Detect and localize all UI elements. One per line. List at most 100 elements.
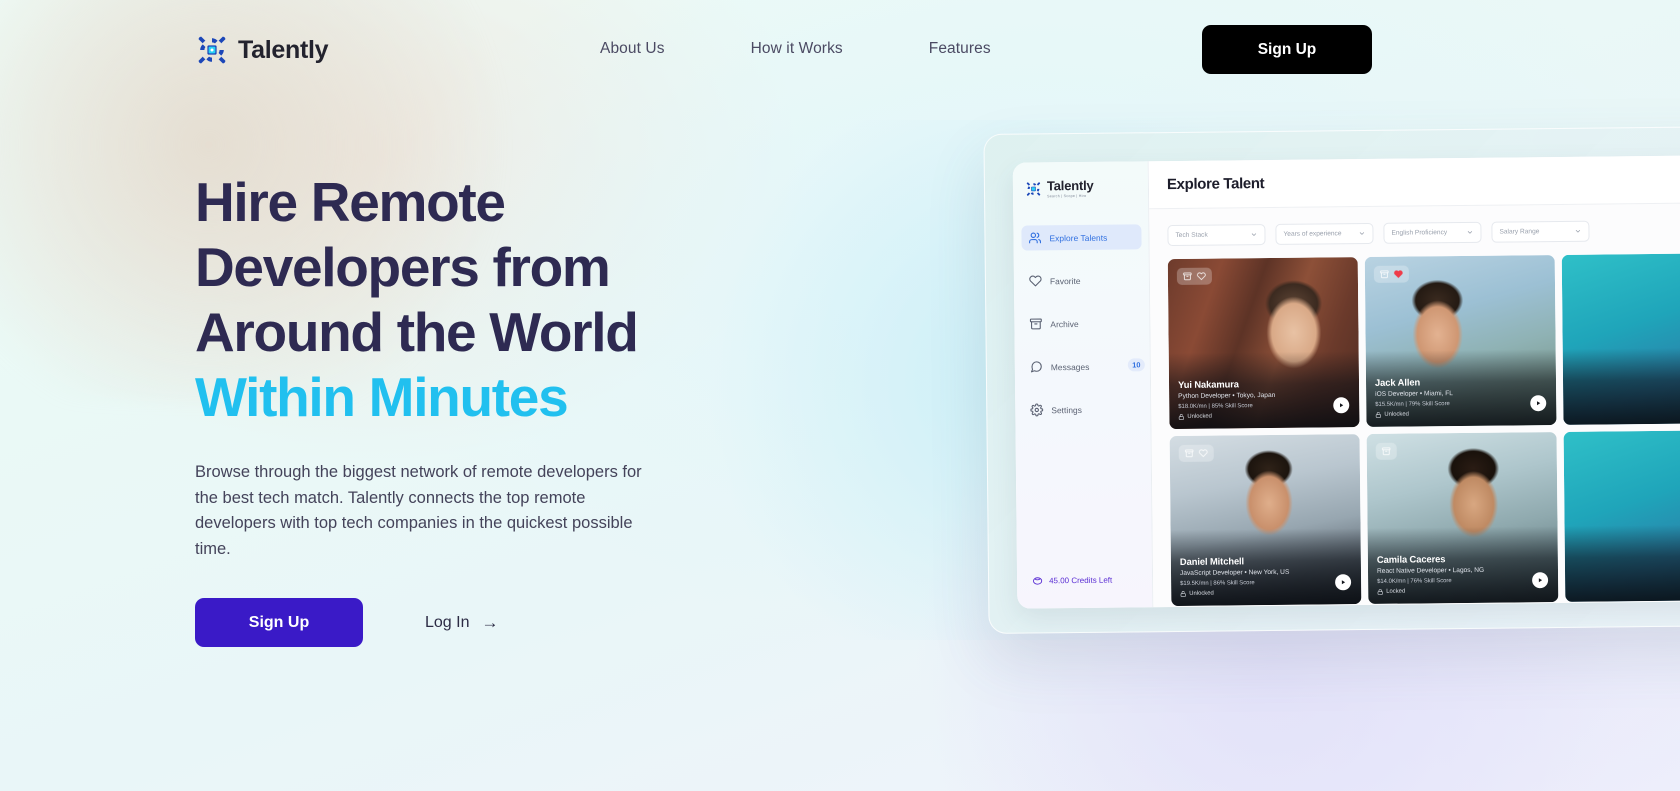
dashboard-preview: Talently Search | Scope | Hire Explore T… [983,126,1680,634]
hero-signup-button[interactable]: Sign Up [195,598,363,647]
talent-card[interactable] [1561,252,1680,425]
filter-english-proficiency[interactable]: English Proficiency [1383,221,1482,244]
coin-icon [1033,577,1043,585]
card-actions [1178,444,1214,462]
headline-line-3: Around the World [195,301,639,363]
photo-gradient-overlay [1562,346,1680,425]
site-header: Talently About Us How it Works Features … [0,0,1680,100]
filter-bar: Tech Stack Years of experience English P… [1149,203,1680,247]
people-icon [1029,232,1042,244]
sidebar-label-messages: Messages [1050,361,1090,372]
archive-icon[interactable] [1380,270,1389,279]
filter-salary-range[interactable]: Salary Range [1491,220,1590,243]
hero-description: Browse through the biggest network of re… [195,463,642,558]
dashboard-brand-tagline: Search | Scope | Hire [1047,193,1087,198]
brand-logo[interactable]: Talently [195,33,329,67]
sidebar-item-messages[interactable]: Messages 10 [1023,353,1145,379]
sidebar-item-settings[interactable]: Settings [1023,396,1143,422]
talent-meta: $19.5K/mn | 86% Skill Score [1180,580,1255,587]
talent-card-grid: Yui Nakamura Python Developer • Tokyo, J… [1150,240,1680,607]
nav-item-features[interactable]: Features [929,40,991,58]
archive-icon[interactable] [1382,447,1391,456]
sidebar-label-archive: Archive [1050,318,1079,329]
filter-years-of-experience[interactable]: Years of experience [1275,222,1374,245]
play-video-button[interactable] [1530,395,1547,412]
sidebar-item-explore-talents[interactable]: Explore Talents [1021,224,1142,251]
play-video-button[interactable] [1532,572,1549,589]
dashboard-window: Talently Search | Scope | Hire Explore T… [1012,154,1680,609]
dashboard-brand[interactable]: Talently Search | Scope | Hire [1025,177,1094,198]
heart-icon[interactable] [1199,449,1208,458]
archive-icon[interactable] [1185,449,1194,458]
credits-indicator[interactable]: 45.00 Credits Left [1032,575,1112,587]
card-actions [1373,265,1409,283]
talently-star-icon [198,36,226,64]
chevron-down-icon [1467,231,1473,234]
sidebar-label-favorite: Favorite [1049,275,1081,286]
sidebar-item-archive[interactable]: Archive [1022,310,1142,336]
talent-name: Daniel Mitchell [1179,555,1245,567]
credits-label: 45.00 Credits Left [1049,575,1113,586]
dashboard-brand-name: Talently [1046,177,1094,194]
talent-card[interactable]: Camila Caceres React Native Developer • … [1366,432,1559,604]
dashboard-nav: Explore Talents Favorite Archive Message… [1021,224,1145,440]
filter-label: English Proficiency [1391,229,1448,237]
talent-info: Camila Caceres React Native Developer • … [1376,552,1518,595]
headline-line-1: Hire Remote [195,171,506,233]
dashboard-sidebar: Talently Search | Scope | Hire Explore T… [1012,161,1154,609]
messages-badge: 10 [1127,358,1145,372]
primary-navigation: About Us How it Works Features [600,40,991,58]
talent-name: Yui Nakamura [1177,378,1239,390]
talent-role: JavaScript Developer • New York, US [1179,568,1290,577]
brand-name: Talently [238,35,329,64]
nav-item-about-us[interactable]: About Us [600,40,665,58]
archive-icon [1029,318,1042,330]
talent-role: React Native Developer • Lagos, NG [1376,566,1485,575]
photo-gradient-overlay [1564,523,1680,602]
talent-card[interactable]: Yui Nakamura Python Developer • Tokyo, J… [1167,257,1360,430]
archive-icon[interactable] [1183,272,1192,281]
header-signup-button[interactable]: Sign Up [1202,25,1372,74]
dashboard-page-title: Explore Talent [1166,175,1265,194]
chat-icon [1030,361,1042,373]
filter-tech-stack[interactable]: Tech Stack [1167,224,1266,247]
play-icon [1339,403,1344,408]
talent-card[interactable] [1563,429,1680,602]
unlock-icon [1178,414,1184,420]
gear-icon [1030,403,1044,417]
talent-card[interactable]: Jack Allen iOS Developer • Miami, FL $15… [1364,255,1557,427]
play-video-button[interactable] [1335,574,1352,591]
talent-card[interactable]: Daniel Mitchell JavaScript Developer • N… [1169,434,1362,607]
lock-icon [1377,589,1383,595]
unlock-icon [1180,591,1186,597]
talent-role: iOS Developer • Miami, FL [1375,390,1453,398]
talent-name: Jack Allen [1374,376,1421,388]
filter-label: Years of experience [1283,230,1342,238]
card-actions [1176,267,1212,285]
talently-star-icon [1026,181,1041,196]
heart-icon [1029,275,1042,287]
play-video-button[interactable] [1333,397,1350,414]
talent-info: Jack Allen iOS Developer • Miami, FL $15… [1375,375,1516,417]
chevron-down-icon [1251,233,1257,236]
sidebar-label-explore-talents: Explore Talents [1049,232,1108,243]
hero-section: Hire Remote Developers from Around the W… [195,170,895,647]
nav-item-how-it-works[interactable]: How it Works [751,40,843,58]
heart-icon[interactable] [1197,272,1206,281]
play-icon [1538,578,1543,583]
chevron-down-icon [1359,232,1365,235]
sidebar-label-settings: Settings [1051,404,1083,415]
talent-info: Yui Nakamura Python Developer • Tokyo, J… [1177,377,1319,420]
hero-cta-group: Sign Up Log In → [195,598,895,647]
hero-login-link[interactable]: Log In → [425,614,498,632]
talent-status-label: Unlocked [1384,411,1409,418]
sidebar-item-favorite[interactable]: Favorite [1022,267,1142,293]
dashboard-main: Explore Talent Search by Tech Stack Year… [1148,154,1680,608]
heart-filled-icon[interactable] [1394,270,1403,279]
login-label: Log In [425,613,470,631]
talent-status-label: Unlocked [1189,590,1214,597]
talent-role: Python Developer • Tokyo, Japan [1178,391,1276,400]
filter-label: Tech Stack [1175,231,1208,239]
headline-accent: Within Minutes [195,366,569,428]
headline-line-2: Developers from [195,236,611,298]
